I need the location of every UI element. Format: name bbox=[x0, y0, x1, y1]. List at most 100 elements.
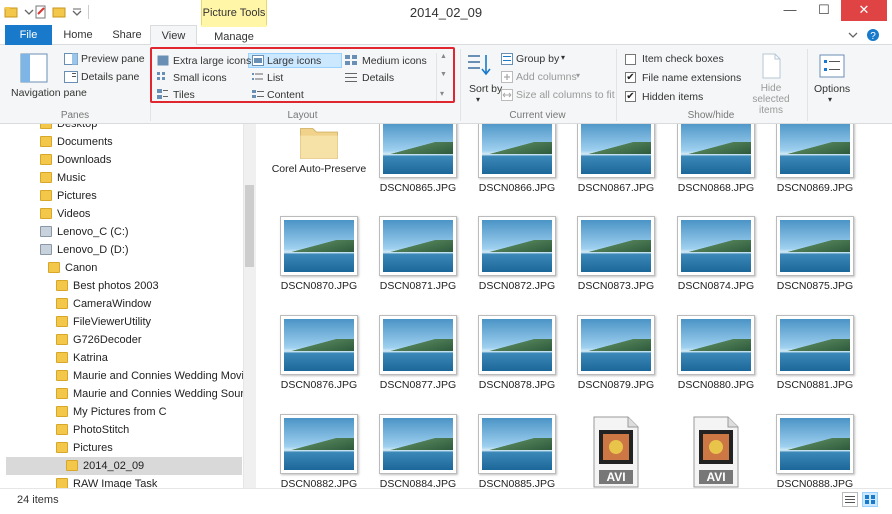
file-item[interactable]: DSCN0874.JPG bbox=[671, 216, 761, 306]
file-name: DSCN0868.JPG bbox=[677, 182, 755, 194]
file-item[interactable]: DSCN0884.JPG bbox=[373, 414, 463, 488]
details-view-icon bbox=[845, 496, 855, 503]
file-item[interactable]: DSCN0868.JPG bbox=[671, 124, 761, 208]
file-name: DSCN0882.JPG bbox=[280, 478, 358, 488]
nav-item[interactable]: Best photos 2003 bbox=[0, 277, 243, 295]
options-button[interactable]: Options ▾ bbox=[810, 51, 854, 107]
nav-item[interactable]: RAW Image Task bbox=[0, 475, 243, 488]
nav-item-label: 2014_02_09 bbox=[83, 460, 145, 472]
details-view-button[interactable] bbox=[842, 492, 858, 507]
sort-by-button[interactable]: Sort by ▾ bbox=[464, 51, 502, 107]
maximize-button[interactable]: ☐ bbox=[807, 0, 841, 21]
help-icon[interactable]: ? bbox=[866, 28, 880, 42]
nav-item[interactable]: Pictures bbox=[0, 439, 243, 457]
nav-item[interactable]: Videos bbox=[0, 205, 243, 223]
nav-item[interactable]: My Pictures from C bbox=[0, 403, 243, 421]
file-item[interactable]: DSCN0870.JPG bbox=[274, 216, 364, 306]
size-all-columns-button[interactable]: Size all columns to fit bbox=[516, 89, 615, 101]
large-icons-view-button[interactable] bbox=[862, 492, 878, 507]
file-item[interactable]: DSCN0865.JPG bbox=[373, 124, 463, 208]
navigation-scrollbar[interactable] bbox=[243, 124, 256, 488]
preview-pane-button[interactable]: Preview pane bbox=[81, 53, 145, 65]
file-item[interactable]: AVIDSCN0886.AVI bbox=[571, 414, 661, 488]
file-item[interactable]: DSCN0866.JPG bbox=[472, 124, 562, 208]
avi-video-icon: AVI bbox=[593, 416, 639, 488]
nav-item[interactable]: G726Decoder bbox=[0, 331, 243, 349]
file-item[interactable]: DSCN0885.JPG bbox=[472, 414, 562, 488]
file-item[interactable]: DSCN0875.JPG bbox=[770, 216, 860, 306]
options-chevron-icon: ▾ bbox=[828, 95, 833, 104]
nav-item[interactable]: Downloads bbox=[0, 151, 243, 169]
nav-item[interactable]: Music bbox=[0, 169, 243, 187]
nav-item[interactable]: CameraWindow bbox=[0, 295, 243, 313]
navigation-pane-button[interactable]: Navigation pane bbox=[8, 49, 87, 107]
tab-share[interactable]: Share bbox=[106, 25, 148, 45]
item-count: 24 items bbox=[17, 494, 59, 506]
nav-item[interactable]: Maurie and Connies Wedding Source bbox=[0, 385, 256, 403]
nav-item[interactable]: Katrina bbox=[0, 349, 243, 367]
nav-item[interactable]: Desktop bbox=[0, 124, 243, 133]
nav-item[interactable]: Lenovo_D (D:) bbox=[0, 241, 243, 259]
sort-by-icon bbox=[468, 55, 491, 76]
file-item[interactable]: DSCN0882.JPG bbox=[274, 414, 364, 488]
downloads-icon bbox=[40, 154, 52, 165]
file-item[interactable]: DSCN0879.JPG bbox=[571, 315, 661, 405]
file-item[interactable]: DSCN0888.JPG bbox=[770, 414, 860, 488]
folder-icon bbox=[56, 298, 68, 309]
tab-home[interactable]: Home bbox=[58, 25, 98, 45]
file-name-extensions-checkbox[interactable]: ✔ bbox=[625, 72, 636, 83]
hide-selected-items-button[interactable]: Hide selected items bbox=[738, 51, 804, 116]
nav-item[interactable]: PhotoStitch bbox=[0, 421, 243, 439]
ribbon-tabs: File Home Share View Manage ? bbox=[0, 25, 892, 46]
panes-group-label: Panes bbox=[60, 110, 90, 121]
folder-icon bbox=[56, 478, 68, 488]
nav-item-label: Maurie and Connies Wedding Source bbox=[73, 388, 256, 400]
window-title: 2014_02_09 bbox=[409, 5, 483, 20]
svg-text:AVI: AVI bbox=[706, 470, 725, 484]
nav-item[interactable]: Canon bbox=[0, 259, 243, 277]
file-item[interactable]: DSCN0871.JPG bbox=[373, 216, 463, 306]
nav-item[interactable]: FileViewerUtility bbox=[0, 313, 243, 331]
minimize-ribbon-icon[interactable] bbox=[847, 29, 859, 41]
nav-item[interactable]: Lenovo_C (C:) bbox=[0, 223, 243, 241]
file-item[interactable]: DSCN0867.JPG bbox=[571, 124, 661, 208]
file-name: DSCN0866.JPG bbox=[478, 182, 556, 194]
add-columns-button[interactable]: Add columns bbox=[516, 71, 577, 83]
image-thumbnail bbox=[379, 414, 457, 474]
file-item[interactable]: Corel Auto-Preserve bbox=[272, 124, 366, 208]
navigation-pane: Desktop Documents Downloads Music Pictures Vi… bbox=[0, 124, 256, 488]
tab-manage[interactable]: Manage bbox=[201, 25, 267, 45]
tab-file[interactable]: File bbox=[5, 25, 52, 45]
nav-item-label: Canon bbox=[65, 262, 98, 274]
details-pane-button[interactable]: Details pane bbox=[81, 71, 139, 83]
file-item[interactable]: DSCN0876.JPG bbox=[274, 315, 364, 405]
sort-by-label: Sort by bbox=[469, 83, 503, 95]
navigation-scrollbar-thumb[interactable] bbox=[245, 185, 254, 267]
file-item[interactable]: DSCN0872.JPG bbox=[472, 216, 562, 306]
file-item[interactable]: DSCN0878.JPG bbox=[472, 315, 562, 405]
current-view-group-label: Current view bbox=[509, 110, 566, 121]
file-item[interactable]: DSCN0877.JPG bbox=[373, 315, 463, 405]
nav-item[interactable]: Maurie and Connies Wedding Movies bbox=[0, 367, 256, 385]
nav-item[interactable]: Pictures bbox=[0, 187, 243, 205]
nav-item[interactable]: Documents bbox=[0, 133, 243, 151]
tab-view[interactable]: View bbox=[150, 25, 197, 46]
nav-item[interactable]: 2014_02_09 bbox=[6, 457, 242, 475]
file-item[interactable]: DSCN0869.JPG bbox=[770, 124, 860, 208]
folder-icon bbox=[56, 424, 68, 435]
hidden-items-checkbox[interactable]: ✔ bbox=[625, 91, 636, 102]
file-item[interactable]: DSCN0873.JPG bbox=[571, 216, 661, 306]
music-icon bbox=[40, 172, 52, 183]
image-thumbnail bbox=[677, 124, 755, 178]
explorer-window: Picture Tools 2014_02_09 — ☐ ✕ File Home… bbox=[0, 0, 892, 514]
svg-text:AVI: AVI bbox=[606, 470, 625, 484]
file-item[interactable]: DSCN0880.JPG bbox=[671, 315, 761, 405]
minimize-button[interactable]: — bbox=[773, 0, 807, 21]
image-thumbnail bbox=[577, 216, 655, 276]
file-item[interactable]: AVIDSCN0887.AVI bbox=[671, 414, 761, 488]
image-thumbnail bbox=[379, 315, 457, 375]
item-check-boxes-checkbox[interactable] bbox=[625, 54, 636, 65]
file-item[interactable]: DSCN0881.JPG bbox=[770, 315, 860, 405]
group-by-button[interactable]: Group by bbox=[516, 53, 559, 65]
close-button[interactable]: ✕ bbox=[841, 0, 887, 21]
